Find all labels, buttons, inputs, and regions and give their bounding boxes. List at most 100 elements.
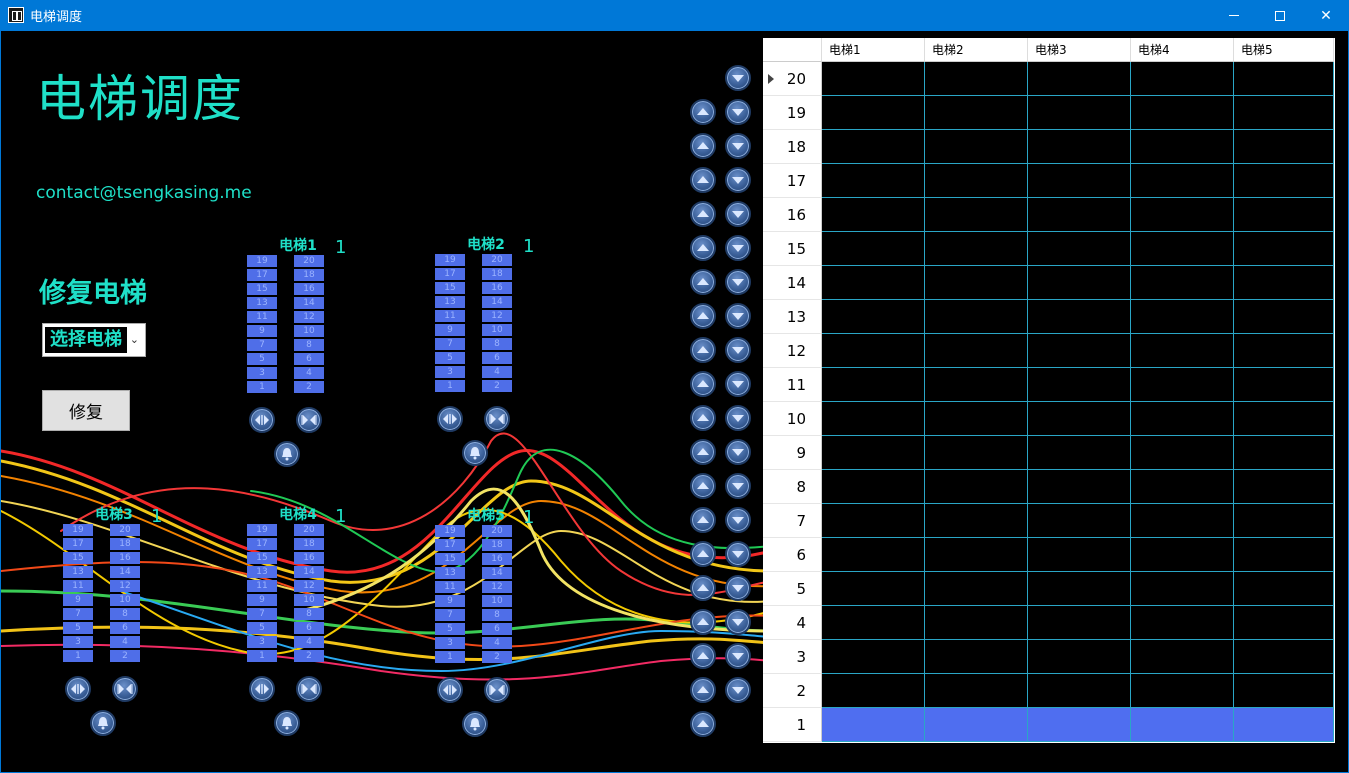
floor-button[interactable]: 6: [294, 353, 324, 365]
grid-cell[interactable]: [925, 334, 1028, 368]
floor-button[interactable]: 14: [482, 567, 512, 579]
grid-cell[interactable]: [925, 640, 1028, 674]
grid-cell[interactable]: [1234, 334, 1334, 368]
floor-button[interactable]: 16: [482, 282, 512, 294]
grid-cell[interactable]: [822, 504, 925, 538]
grid-cell[interactable]: [925, 674, 1028, 708]
grid-cell[interactable]: [1234, 164, 1334, 198]
floor-button[interactable]: 20: [482, 525, 512, 537]
grid-row[interactable]: 11: [763, 368, 1335, 402]
grid-cell[interactable]: [1234, 368, 1334, 402]
grid-cell[interactable]: [822, 96, 925, 130]
grid-cell[interactable]: [1234, 504, 1334, 538]
floor-button[interactable]: 13: [63, 566, 93, 578]
grid-row[interactable]: 17: [763, 164, 1335, 198]
alarm-button[interactable]: [90, 710, 116, 736]
call-up-button-12[interactable]: [690, 337, 716, 363]
grid-cell[interactable]: [1131, 708, 1234, 742]
floor-button[interactable]: 16: [482, 553, 512, 565]
grid-cell[interactable]: [1131, 538, 1234, 572]
grid-cell[interactable]: [1131, 266, 1234, 300]
floor-button[interactable]: 20: [110, 524, 140, 536]
floor-button[interactable]: 1: [63, 650, 93, 662]
grid-cell[interactable]: [925, 504, 1028, 538]
floor-button[interactable]: 17: [435, 539, 465, 551]
call-down-button-9[interactable]: [725, 439, 751, 465]
call-down-button-20[interactable]: [725, 65, 751, 91]
call-up-button-15[interactable]: [690, 235, 716, 261]
call-up-button-3[interactable]: [690, 643, 716, 669]
floor-button[interactable]: 4: [294, 636, 324, 648]
grid-cell[interactable]: [925, 266, 1028, 300]
call-down-button-14[interactable]: [725, 269, 751, 295]
floor-button[interactable]: 9: [247, 594, 277, 606]
door-open-button[interactable]: [249, 407, 275, 433]
floor-button[interactable]: 10: [294, 325, 324, 337]
floor-button[interactable]: 5: [63, 622, 93, 634]
grid-cell[interactable]: [1131, 232, 1234, 266]
grid-cell[interactable]: [925, 232, 1028, 266]
floor-button[interactable]: 13: [435, 296, 465, 308]
floor-button[interactable]: 6: [482, 623, 512, 635]
call-down-button-11[interactable]: [725, 371, 751, 397]
floor-button[interactable]: 9: [435, 324, 465, 336]
floor-button[interactable]: 7: [435, 609, 465, 621]
grid-cell[interactable]: [822, 640, 925, 674]
call-down-button-6[interactable]: [725, 541, 751, 567]
floor-button[interactable]: 15: [435, 553, 465, 565]
grid-cell[interactable]: [822, 402, 925, 436]
grid-cell[interactable]: [925, 198, 1028, 232]
call-up-button-8[interactable]: [690, 473, 716, 499]
floor-button[interactable]: 7: [63, 608, 93, 620]
grid-cell[interactable]: [1131, 436, 1234, 470]
floor-button[interactable]: 2: [110, 650, 140, 662]
grid-row[interactable]: 20: [763, 62, 1335, 96]
grid-cell[interactable]: [925, 164, 1028, 198]
floor-button[interactable]: 1: [247, 650, 277, 662]
floor-button[interactable]: 12: [294, 311, 324, 323]
call-down-button-4[interactable]: [725, 609, 751, 635]
grid-cell[interactable]: [822, 334, 925, 368]
floor-button[interactable]: 19: [63, 524, 93, 536]
floor-button[interactable]: 12: [482, 581, 512, 593]
call-up-button-16[interactable]: [690, 201, 716, 227]
floor-button[interactable]: 18: [482, 539, 512, 551]
grid-cell[interactable]: [1028, 232, 1131, 266]
floor-button[interactable]: 4: [482, 637, 512, 649]
floor-button[interactable]: 5: [435, 352, 465, 364]
maximize-button[interactable]: [1257, 0, 1303, 31]
grid-cell[interactable]: [1234, 606, 1334, 640]
floor-button[interactable]: 18: [110, 538, 140, 550]
floor-button[interactable]: 8: [294, 608, 324, 620]
grid-row[interactable]: 16: [763, 198, 1335, 232]
call-down-button-7[interactable]: [725, 507, 751, 533]
floor-button[interactable]: 16: [294, 552, 324, 564]
grid-cell[interactable]: [925, 538, 1028, 572]
grid-cell[interactable]: [925, 130, 1028, 164]
floor-button[interactable]: 10: [294, 594, 324, 606]
grid-column-header[interactable]: 电梯4: [1131, 38, 1234, 62]
call-down-button-17[interactable]: [725, 167, 751, 193]
grid-row[interactable]: 14: [763, 266, 1335, 300]
grid-cell[interactable]: [1131, 130, 1234, 164]
floor-button[interactable]: 9: [435, 595, 465, 607]
grid-cell[interactable]: [822, 62, 925, 96]
grid-cell[interactable]: [1028, 606, 1131, 640]
call-down-button-10[interactable]: [725, 405, 751, 431]
grid-cell[interactable]: [925, 572, 1028, 606]
floor-button[interactable]: 12: [482, 310, 512, 322]
call-down-button-5[interactable]: [725, 575, 751, 601]
grid-cell[interactable]: [822, 300, 925, 334]
grid-cell[interactable]: [1234, 572, 1334, 606]
floor-button[interactable]: 14: [482, 296, 512, 308]
floor-button[interactable]: 18: [482, 268, 512, 280]
grid-cell[interactable]: [1234, 674, 1334, 708]
door-close-button[interactable]: [484, 406, 510, 432]
floor-button[interactable]: 11: [63, 580, 93, 592]
floor-button[interactable]: 15: [63, 552, 93, 564]
floor-button[interactable]: 11: [435, 581, 465, 593]
grid-cell[interactable]: [925, 300, 1028, 334]
floor-button[interactable]: 8: [482, 609, 512, 621]
floor-button[interactable]: 1: [435, 651, 465, 663]
alarm-button[interactable]: [462, 440, 488, 466]
